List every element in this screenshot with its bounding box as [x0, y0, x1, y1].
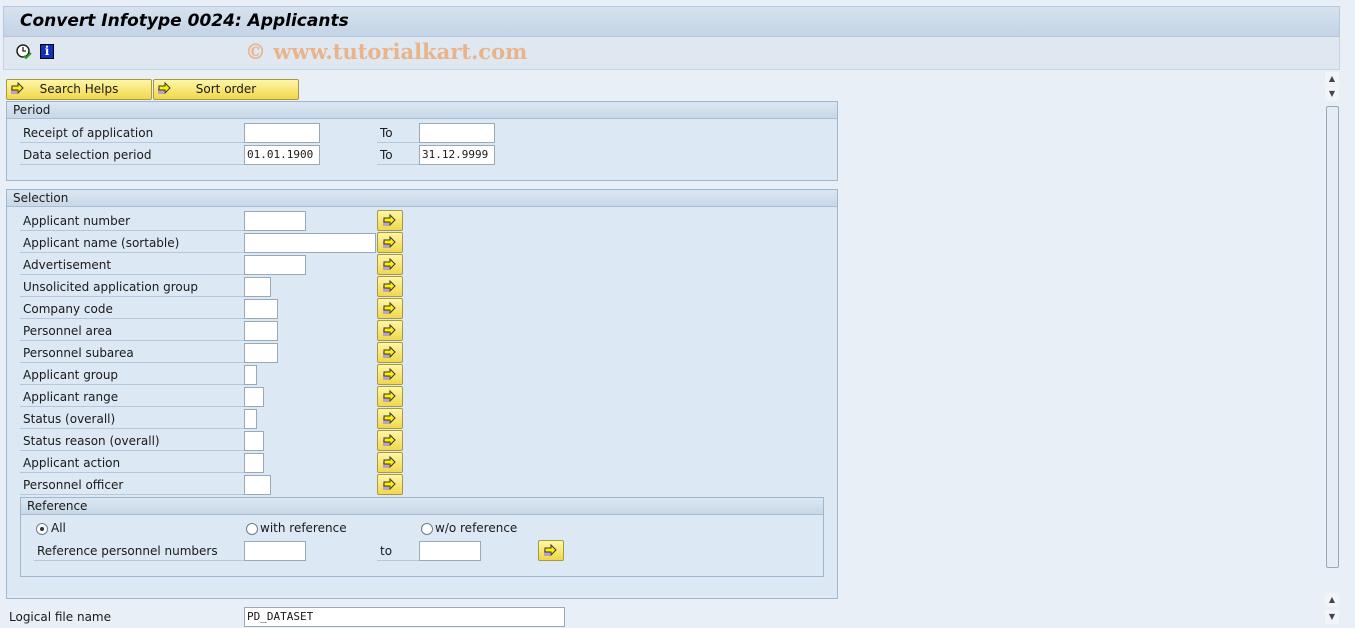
- vertical-scrollbar[interactable]: ▲ ▼ ▲ ▼: [1325, 70, 1340, 628]
- arrow-right-icon: [383, 302, 396, 315]
- arrow-right-icon: [383, 434, 396, 447]
- reference-pernr-to-input[interactable]: [419, 541, 481, 561]
- arrow-right-icon: [383, 368, 396, 381]
- multiple-selection-button[interactable]: [377, 342, 403, 363]
- selection-input[interactable]: [244, 233, 376, 253]
- selection-input[interactable]: [244, 299, 278, 319]
- reference-pernr-from-input[interactable]: [244, 541, 306, 561]
- scroll-up-icon[interactable]: ▲: [1325, 72, 1339, 86]
- selection-row-label: Status (overall): [20, 409, 244, 429]
- search-helps-label: Search Helps: [39, 82, 119, 96]
- period-to-input[interactable]: [419, 123, 495, 143]
- selection-row-label: Applicant group: [20, 365, 244, 385]
- selection-input[interactable]: [244, 409, 257, 429]
- selection-row-label: Company code: [20, 299, 244, 319]
- selection-row-label: Personnel area: [20, 321, 244, 341]
- multiple-selection-button[interactable]: [377, 276, 403, 297]
- radio-without-reference[interactable]: [421, 523, 433, 535]
- arrow-right-icon: [383, 258, 396, 271]
- reference-group: Reference: [20, 497, 824, 577]
- period-from-input[interactable]: [244, 123, 320, 143]
- selection-input[interactable]: [244, 453, 264, 473]
- selection-input[interactable]: [244, 431, 264, 451]
- selection-input[interactable]: [244, 211, 306, 231]
- multiple-selection-button[interactable]: [377, 474, 403, 495]
- period-to-input[interactable]: 31.12.9999: [419, 145, 495, 165]
- radio-without-reference-label: w/o reference: [435, 521, 518, 535]
- logical-file-input[interactable]: PD_DATASET: [244, 607, 565, 627]
- period-row-label: Receipt of application: [20, 123, 244, 143]
- multiple-selection-button[interactable]: [377, 364, 403, 385]
- multiple-selection-button[interactable]: [377, 320, 403, 341]
- reference-multiple-selection-button[interactable]: [538, 540, 564, 561]
- sort-order-button[interactable]: Sort order: [153, 79, 299, 100]
- page-down-icon[interactable]: ▼: [1325, 610, 1339, 624]
- selection-row-label: Advertisement: [20, 255, 244, 275]
- selection-row-label: Status reason (overall): [20, 431, 244, 451]
- selection-input[interactable]: [244, 255, 306, 275]
- selection-input[interactable]: [244, 321, 278, 341]
- period-to-label: To: [377, 145, 419, 165]
- reference-header: Reference: [21, 498, 823, 515]
- selection-input[interactable]: [244, 277, 271, 297]
- title-bar: Convert Infotype 0024: Applicants: [3, 6, 1340, 37]
- period-row-label: Data selection period: [20, 145, 244, 165]
- reference-pernr-label: Reference personnel numbers: [34, 541, 244, 561]
- arrow-right-icon: [11, 82, 24, 95]
- search-helps-button[interactable]: Search Helps: [6, 79, 152, 100]
- multiple-selection-button[interactable]: [377, 386, 403, 407]
- arrow-right-icon: [383, 236, 396, 249]
- watermark: © www.tutorialkart.com: [245, 39, 528, 64]
- arrow-right-icon: [383, 478, 396, 491]
- selection-input[interactable]: [244, 475, 271, 495]
- radio-with-reference[interactable]: [246, 523, 258, 535]
- info-icon[interactable]: i: [40, 44, 54, 59]
- arrow-right-icon: [383, 346, 396, 359]
- radio-all[interactable]: [36, 523, 48, 535]
- selection-input[interactable]: [244, 387, 264, 407]
- radio-with-reference-label: with reference: [260, 521, 347, 535]
- clock-check-icon[interactable]: [16, 44, 32, 60]
- selection-input[interactable]: [244, 365, 257, 385]
- arrow-right-icon: [383, 456, 396, 469]
- multiple-selection-button[interactable]: [377, 430, 403, 451]
- selection-row-label: Personnel officer: [20, 475, 244, 495]
- selection-header: Selection: [7, 190, 837, 207]
- multiple-selection-button[interactable]: [377, 210, 403, 231]
- arrow-right-icon: [383, 412, 396, 425]
- selection-row-label: Personnel subarea: [20, 343, 244, 363]
- multiple-selection-button[interactable]: [377, 232, 403, 253]
- selection-row-label: Applicant name (sortable): [20, 233, 244, 253]
- selection-input[interactable]: [244, 343, 278, 363]
- multiple-selection-button[interactable]: [377, 452, 403, 473]
- multiple-selection-button[interactable]: [377, 254, 403, 275]
- period-header: Period: [7, 102, 837, 119]
- arrow-right-icon: [158, 82, 171, 95]
- application-toolbar: i: [3, 37, 1340, 70]
- arrow-right-icon: [383, 324, 396, 337]
- multiple-selection-button[interactable]: [377, 298, 403, 319]
- arrow-right-icon: [383, 390, 396, 403]
- selection-row-label: Applicant action: [20, 453, 244, 473]
- scroll-thumb[interactable]: [1326, 106, 1339, 568]
- selection-row-label: Unsolicited application group: [20, 277, 244, 297]
- period-from-input[interactable]: 01.01.1900: [244, 145, 320, 165]
- arrow-right-icon: [544, 544, 557, 557]
- selection-row-label: Applicant range: [20, 387, 244, 407]
- scroll-down-icon[interactable]: ▼: [1325, 87, 1339, 101]
- multiple-selection-button[interactable]: [377, 408, 403, 429]
- period-to-label: To: [377, 123, 419, 143]
- radio-all-label: All: [51, 521, 66, 535]
- page-title: Convert Infotype 0024: Applicants: [20, 11, 349, 31]
- reference-to-label: to: [377, 541, 419, 561]
- page-up-icon[interactable]: ▲: [1325, 593, 1339, 607]
- logical-file-label: Logical file name: [9, 610, 111, 624]
- selection-row-label: Applicant number: [20, 211, 244, 231]
- sort-order-label: Sort order: [195, 82, 257, 96]
- arrow-right-icon: [383, 280, 396, 293]
- arrow-right-icon: [383, 214, 396, 227]
